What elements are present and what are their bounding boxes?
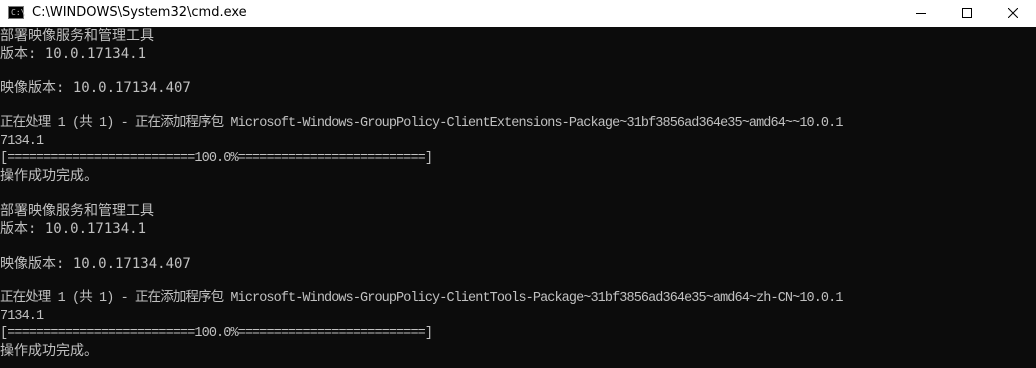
console-line: 正在处理 1 (共 1) - 正在添加程序包 Microsoft-Windows… — [0, 116, 843, 131]
maximize-button[interactable] — [944, 0, 990, 27]
maximize-icon — [962, 8, 972, 18]
console-output[interactable]: 部署映像服务和管理工具 版本: 10.0.17134.1 映像版本: 10.0.… — [0, 27, 1036, 368]
console-line: 正在处理 1 (共 1) - 正在添加程序包 Microsoft-Windows… — [0, 291, 843, 306]
console-line: 版本: 10.0.17134.1 — [0, 221, 147, 237]
console-line: [==========================100.0%=======… — [0, 326, 433, 341]
console-line: 操作成功完成。 — [0, 168, 98, 184]
close-icon — [1008, 8, 1018, 18]
console-line: 版本: 10.0.17134.1 — [0, 46, 147, 62]
cmd-app-icon[interactable]: C:\ — [8, 6, 26, 19]
minimize-button[interactable] — [898, 0, 944, 27]
cmd-window: C:\ C:\WINDOWS\System32\cmd.exe 部署映像服务和管… — [0, 0, 1036, 368]
minimize-icon — [916, 13, 926, 14]
close-button[interactable] — [990, 0, 1036, 27]
console-line: 映像版本: 10.0.17134.407 — [0, 256, 191, 272]
window-title: C:\WINDOWS\System32\cmd.exe — [32, 5, 247, 20]
console-line: 映像版本: 10.0.17134.407 — [0, 80, 191, 96]
console-line: 7134.1 — [0, 134, 44, 149]
console-line: 操作成功完成。 — [0, 343, 98, 359]
console-line: 部署映像服务和管理工具 — [0, 28, 154, 44]
title-bar[interactable]: C:\ C:\WINDOWS\System32\cmd.exe — [0, 0, 1036, 27]
console-line: [==========================100.0%=======… — [0, 151, 433, 166]
cmd-icon-label: C:\ — [11, 8, 26, 17]
console-line: 部署映像服务和管理工具 — [0, 203, 154, 219]
console-line: 7134.1 — [0, 309, 44, 324]
